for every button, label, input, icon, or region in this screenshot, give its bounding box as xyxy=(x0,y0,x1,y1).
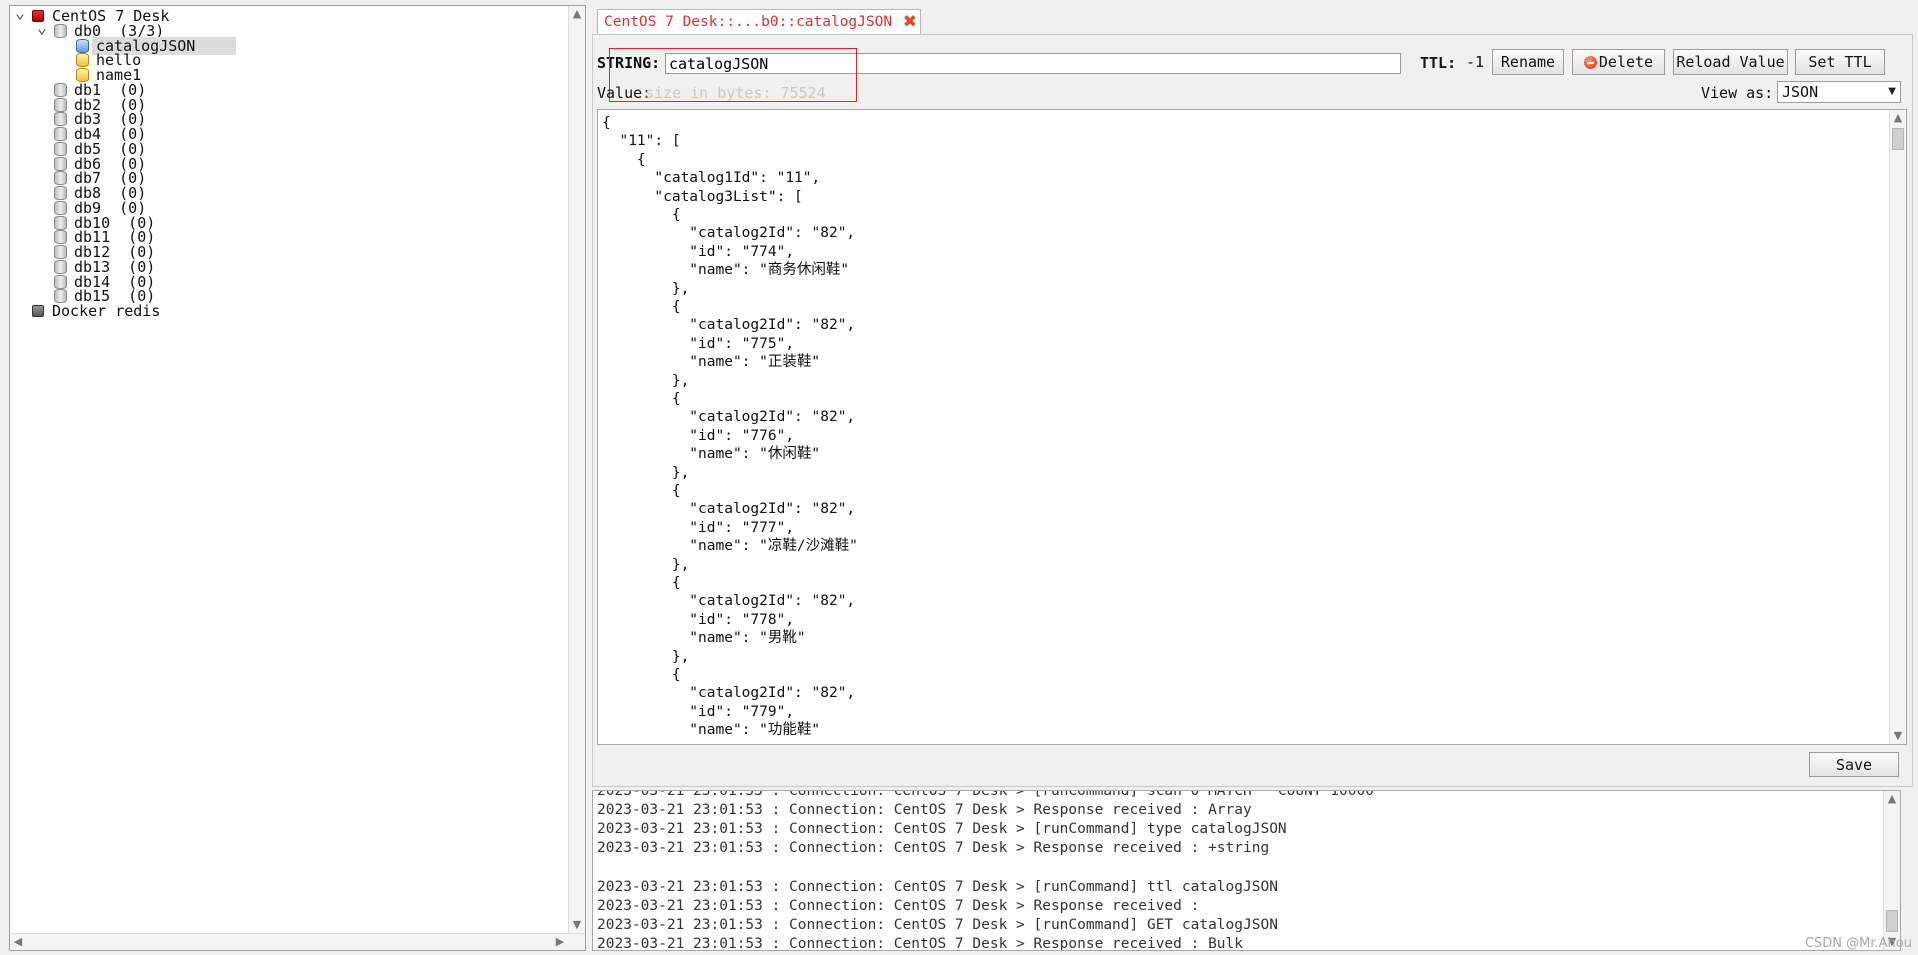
delete-button[interactable]: Delete xyxy=(1572,49,1665,75)
reload-value-button[interactable]: Reload Value xyxy=(1673,49,1788,75)
value-panel: CentOS 7 Desk::...b0::catalogJSON ✖ STRI… xyxy=(592,5,1913,787)
code-line: "catalog2Id": "82", xyxy=(602,501,856,518)
key-name-input[interactable] xyxy=(665,53,1401,74)
log-vertical-scrollbar[interactable]: ▲ ▼ xyxy=(1883,791,1900,950)
code-line: { xyxy=(602,299,681,315)
watermark: CSDN @Mr.Ahou xyxy=(1804,936,1912,951)
save-button[interactable]: Save xyxy=(1809,752,1899,777)
ttl-value: -1 xyxy=(1466,53,1485,71)
code-line: "name": "正装鞋" xyxy=(602,354,821,371)
scroll-down-icon[interactable]: ▼ xyxy=(1890,728,1906,744)
code-line: { xyxy=(602,575,681,591)
log-panel[interactable]: 2023-03-21 23:01:53 : Connection: CentOS… xyxy=(592,790,1901,951)
code-line: "11": [ xyxy=(602,133,681,150)
value-editor[interactable]: { "11": [ { "catalog1Id": "11", "catalog… xyxy=(597,109,1907,745)
value-size-hint: size in bytes: 75524 xyxy=(645,84,826,102)
connection-tree[interactable]: ⌄ CentOS 7 Desk ⌄ db0 (3/3) catalogJSON hello… xyxy=(9,5,586,951)
code-line: }, xyxy=(602,464,690,481)
scroll-thumb[interactable] xyxy=(1892,128,1904,150)
set-ttl-button[interactable]: Set TTL xyxy=(1795,49,1885,75)
tab-label: CentOS 7 Desk::...b0::catalogJSON xyxy=(604,14,893,30)
ttl-label: TTL: xyxy=(1420,54,1457,72)
key-editor: STRING: TTL: -1 xyxy=(592,34,1913,787)
tree-horizontal-scrollbar[interactable]: ◀ ▶ xyxy=(10,933,585,950)
code-line: "id": "774", xyxy=(602,243,795,260)
scroll-right-icon[interactable]: ▶ xyxy=(552,934,568,950)
delete-icon xyxy=(1583,56,1597,69)
code-line: { xyxy=(602,391,681,407)
value-label: Value: xyxy=(597,84,652,102)
scroll-left-icon[interactable]: ◀ xyxy=(10,934,26,950)
scroll-thumb[interactable] xyxy=(1886,910,1898,932)
tree-vertical-scrollbar[interactable]: ▲ ▼ xyxy=(568,6,585,933)
log-line: 2023-03-21 23:01:53 : Connection: CentOS… xyxy=(597,878,1278,895)
code-line: "name": "功能鞋" xyxy=(602,722,821,739)
code-line: "catalog2Id": "82", xyxy=(602,593,856,610)
chevron-down-icon: ▼ xyxy=(1888,86,1896,97)
log-line: 2023-03-21 23:01:53 : Connection: CentOS… xyxy=(597,790,1374,799)
code-line: "name": "休闲鞋" xyxy=(602,446,821,463)
code-line: "id": "776", xyxy=(602,427,795,444)
key-type-label: STRING: xyxy=(597,54,661,72)
tree-item-label: Docker redis xyxy=(52,302,161,320)
scroll-up-icon[interactable]: ▲ xyxy=(1884,791,1900,807)
log-line: 2023-03-21 23:01:53 : Connection: CentOS… xyxy=(597,802,1252,819)
code-line: "id": "775", xyxy=(602,335,795,352)
code-line: { xyxy=(602,151,646,168)
code-line: "name": "商务休闲鞋" xyxy=(602,262,850,279)
close-icon[interactable]: ✖ xyxy=(903,10,917,35)
rename-button[interactable]: Rename xyxy=(1492,49,1564,75)
view-as-select[interactable]: JSON ▼ xyxy=(1777,81,1901,103)
code-line: "catalog2Id": "82", xyxy=(602,317,856,334)
view-as-label: View as: xyxy=(1701,84,1774,102)
view-as-value: JSON xyxy=(1782,83,1819,101)
server-grey-icon xyxy=(32,305,44,317)
code-line: }, xyxy=(602,648,690,665)
code-line: "catalog2Id": "82", xyxy=(602,409,856,426)
code-line: "catalog2Id": "82", xyxy=(602,685,856,702)
code-line: }, xyxy=(602,280,690,297)
tab-catalogjson[interactable]: CentOS 7 Desk::...b0::catalogJSON ✖ xyxy=(597,9,921,35)
scroll-up-icon[interactable]: ▲ xyxy=(1890,110,1906,126)
scroll-down-icon[interactable]: ▼ xyxy=(569,917,585,933)
editor-vertical-scrollbar[interactable]: ▲ ▼ xyxy=(1889,110,1906,744)
code-line: "id": "778", xyxy=(602,611,795,628)
log-line: 2023-03-21 23:01:53 : Connection: CentOS… xyxy=(597,935,1244,951)
delete-button-label: Delete xyxy=(1598,53,1654,71)
log-line: 2023-03-21 23:01:53 : Connection: CentOS… xyxy=(597,840,1270,857)
code-line: "catalog3List": [ xyxy=(602,188,803,205)
code-line: { xyxy=(602,207,681,223)
code-line: "name": "男靴" xyxy=(602,630,806,647)
log-line: 2023-03-21 23:01:53 : Connection: CentOS… xyxy=(597,897,1200,914)
code-line: { xyxy=(602,115,611,131)
code-line: "id": "777", xyxy=(602,519,795,536)
code-line: "name": "凉鞋/沙滩鞋" xyxy=(602,538,858,555)
code-line: }, xyxy=(602,372,690,389)
code-line: { xyxy=(602,667,681,683)
code-line: "catalog2Id": "82", xyxy=(602,225,856,242)
code-line: "id": "779", xyxy=(602,703,795,720)
log-line: 2023-03-21 23:01:53 : Connection: CentOS… xyxy=(597,916,1278,933)
code-line: "catalog1Id": "11", xyxy=(602,170,821,187)
code-line: }, xyxy=(602,556,690,573)
log-line: 2023-03-21 23:01:53 : Connection: CentOS… xyxy=(597,821,1287,838)
code-line: { xyxy=(602,483,681,499)
tree-item[interactable]: Docker redis xyxy=(10,302,565,320)
scroll-up-icon[interactable]: ▲ xyxy=(569,6,585,22)
